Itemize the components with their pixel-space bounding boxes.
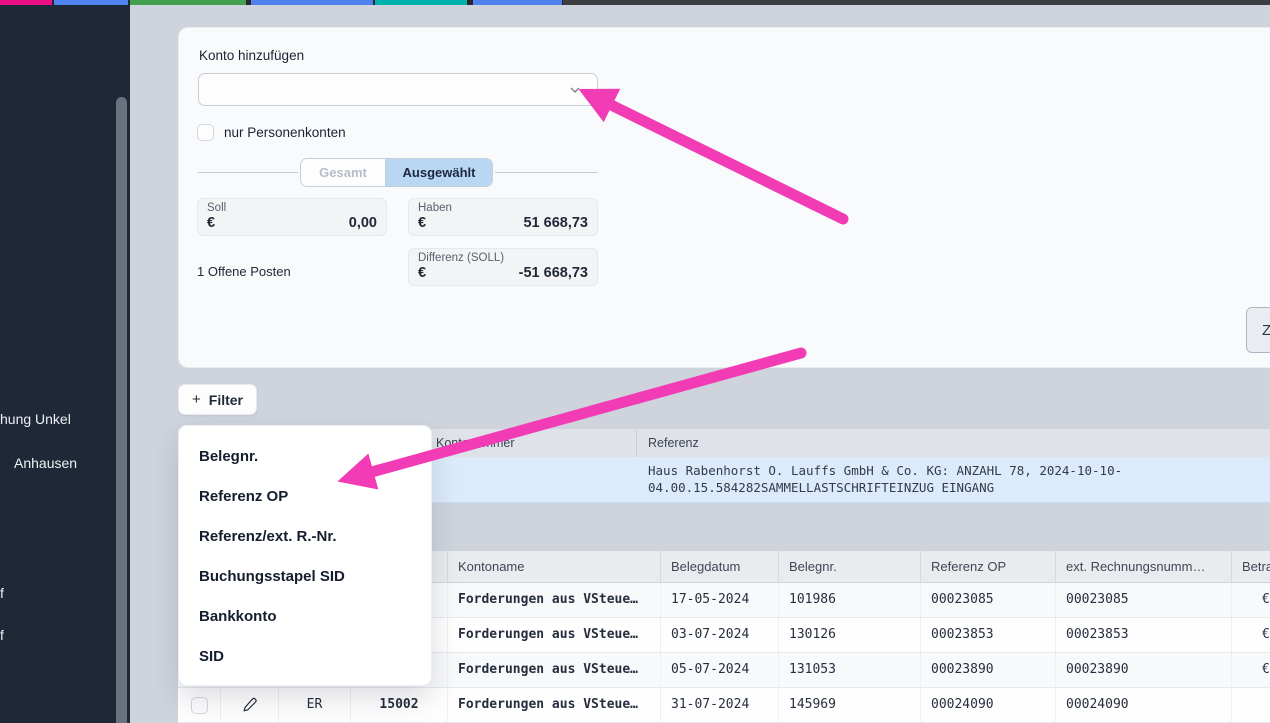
soll-value: 0,00 — [349, 215, 377, 231]
column-divider — [636, 429, 637, 457]
filter-button-label: Filter — [209, 392, 243, 408]
row-belegnr-link[interactable]: 101986 — [779, 583, 921, 618]
menu-item-belegnr[interactable]: Belegnr. — [179, 436, 431, 476]
filter-dropdown-menu: Belegnr. Referenz OP Referenz/ext. R.-Nr… — [178, 425, 432, 686]
header-kontoname: Kontoname — [448, 551, 661, 582]
sidebar-item-unkel[interactable]: hung Unkel — [0, 411, 71, 427]
row-betrag — [1232, 688, 1270, 723]
pencil-icon[interactable] — [241, 696, 259, 714]
differenz-value: -51 668,73 — [519, 265, 588, 281]
row-kontoname: Forderungen aus VSteue… — [448, 688, 661, 723]
row-belegnr-link[interactable]: 130126 — [779, 618, 921, 653]
row-referenz-op: 00023853 — [921, 618, 1056, 653]
filter-button[interactable]: + Filter — [178, 384, 257, 415]
menu-item-referenz-ext-rnr[interactable]: Referenz/ext. R.-Nr. — [179, 516, 431, 556]
differenz-currency: € — [418, 265, 426, 281]
row-ext-rechnungsnummer: 00023890 — [1056, 653, 1232, 688]
row-checkbox[interactable] — [191, 697, 208, 714]
table-row: ER 15002 Forderungen aus VSteue… 31-07-2… — [178, 688, 1270, 723]
menu-item-bankkonto[interactable]: Bankkonto — [179, 596, 431, 636]
differenz-label: Differenz (SOLL) — [418, 252, 588, 264]
header-referenz-op: Referenz OP — [921, 551, 1056, 582]
referenz-line-2: 04.00.15.584282SAMMELLASTSCHRIFTEINZUG E… — [648, 479, 1122, 496]
row-referenz-op: 00023890 — [921, 653, 1056, 688]
konto-select[interactable] — [198, 73, 598, 106]
nur-personenkonten-label: nur Personenkonten — [224, 125, 346, 140]
soll-currency: € — [207, 215, 215, 231]
header-kontonummer: Kontonummer — [436, 429, 515, 457]
row-belegnr-link[interactable]: 131053 — [779, 653, 921, 688]
konto-hinzufuegen-label: Konto hinzufügen — [199, 48, 304, 63]
soll-box: Soll € 0,00 — [197, 198, 387, 236]
header-belegdatum: Belegdatum — [661, 551, 779, 582]
sidebar-item-anhausen[interactable]: Anhausen — [14, 455, 77, 471]
row-kontonummer: 15002 — [351, 688, 448, 723]
sidebar-item-fragment-1[interactable]: f — [0, 585, 4, 601]
plus-icon: + — [192, 391, 201, 408]
toggle-divider-left — [198, 172, 298, 173]
haben-currency: € — [418, 215, 426, 231]
row-referenz-op: 00023085 — [921, 583, 1056, 618]
toggle-ausgewaehlt-button[interactable]: Ausgewählt — [386, 159, 492, 186]
header-betrag: Betrag — [1232, 551, 1270, 582]
sidebar-scrollbar-thumb[interactable] — [116, 97, 127, 723]
chevron-down-icon — [567, 82, 583, 98]
header-referenz: Referenz — [648, 429, 699, 457]
differenz-box: Differenz (SOLL) € -51 668,73 — [408, 248, 598, 286]
menu-item-sid[interactable]: SID — [179, 636, 431, 676]
haben-value: 51 668,73 — [523, 215, 588, 231]
row-betrag: € — [1232, 653, 1270, 688]
menu-item-buchungsstapel-sid[interactable]: Buchungsstapel SID — [179, 556, 431, 596]
row-edit-cell — [221, 688, 279, 723]
row-belegnr-link[interactable]: 145969 — [779, 688, 921, 723]
row-ext-rechnungsnummer: 00023853 — [1056, 618, 1232, 653]
offene-posten-count: 1 Offene Posten — [197, 264, 291, 279]
row-type: ER — [279, 688, 351, 723]
toggle-gesamt-button[interactable]: Gesamt — [301, 159, 386, 186]
haben-label: Haben — [418, 202, 588, 214]
row-belegdatum: 17-05-2024 — [661, 583, 779, 618]
header-ext-rechnungsnummer: ext. Rechnungsnumm… — [1056, 551, 1232, 582]
row-ext-rechnungsnummer: 00024090 — [1056, 688, 1232, 723]
konto-summary-panel: Konto hinzufügen nur Personenkonten Gesa… — [178, 27, 1270, 368]
zuordnen-button[interactable]: Z — [1246, 307, 1270, 353]
row-ext-rechnungsnummer: 00023085 — [1056, 583, 1232, 618]
soll-label: Soll — [207, 202, 377, 214]
row-belegdatum: 31-07-2024 — [661, 688, 779, 723]
header-belegnr: Belegnr. — [779, 551, 921, 582]
referenz-line-1: Haus Rabenhorst O. Lauffs GmbH & Co. KG:… — [648, 462, 1122, 479]
row-kontoname: Forderungen aus VSteue… — [448, 618, 661, 653]
row-betrag: € — [1232, 618, 1270, 653]
toggle-divider-right — [495, 172, 598, 173]
row-belegdatum: 03-07-2024 — [661, 618, 779, 653]
sidebar: hung Unkel Anhausen f f — [0, 5, 130, 723]
row-checkbox-cell — [178, 688, 221, 723]
sidebar-item-fragment-2[interactable]: f — [0, 627, 4, 643]
nur-personenkonten-checkbox[interactable] — [197, 124, 214, 141]
gesamt-ausgewaehlt-toggle: Gesamt Ausgewählt — [300, 158, 493, 187]
row-kontoname: Forderungen aus VSteue… — [448, 653, 661, 688]
menu-item-referenz-op[interactable]: Referenz OP — [179, 476, 431, 516]
row-kontoname: Forderungen aus VSteue… — [448, 583, 661, 618]
row-betrag: € — [1232, 583, 1270, 618]
row-belegdatum: 05-07-2024 — [661, 653, 779, 688]
screen: hung Unkel Anhausen f f Konto hinzufügen… — [0, 0, 1270, 723]
haben-box: Haben € 51 668,73 — [408, 198, 598, 236]
row-referenz-op: 00024090 — [921, 688, 1056, 723]
